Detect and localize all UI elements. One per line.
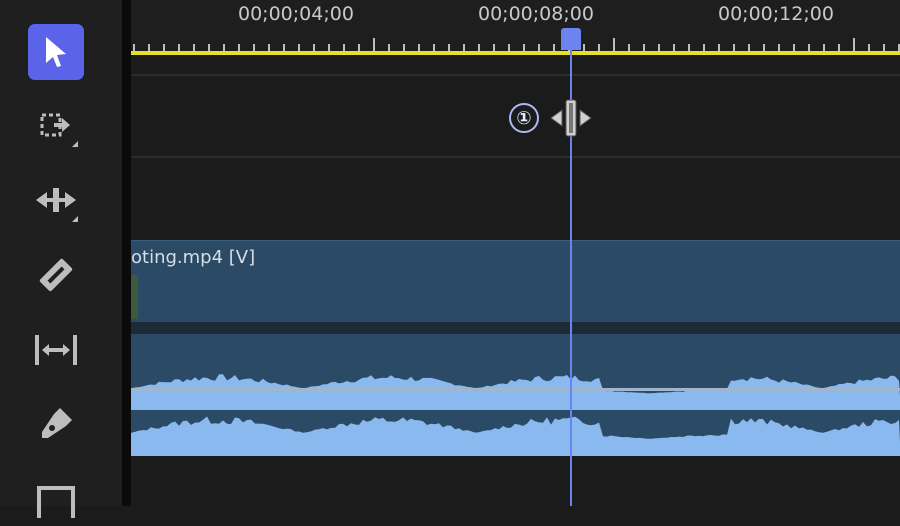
audio-waveform [131,374,900,456]
pen-nib-icon [42,408,72,438]
work-area-bar[interactable] [131,51,900,55]
ripple-edit-tool-button[interactable] [28,172,84,228]
track-divider [131,156,900,158]
tools-panel [0,0,122,518]
timecode-label: 00;00;04;00 [238,3,354,25]
track-gap [131,322,900,334]
slip-tool-button[interactable] [28,322,84,378]
step-badge: ① [509,103,539,133]
timecode-label: 00;00;12;00 [718,3,834,25]
time-ruler[interactable]: 00;00;04;00 00;00;08;00 00;00;12;00 [131,0,900,56]
rectangle-tool-button[interactable] [28,470,84,526]
track-divider [131,74,900,76]
video-clip[interactable]: oting.mp4 [V] [131,240,900,323]
rectangle-icon [37,486,75,518]
ruler-ticks [133,38,900,52]
audio-clip[interactable] [131,334,900,456]
clip-thumbnail [131,275,138,319]
razor-blade-icon [39,258,73,292]
razor-tool-button[interactable] [28,247,84,303]
submenu-indicator-icon [72,216,78,222]
slip-icon [35,335,77,365]
submenu-indicator-icon [72,141,78,147]
timecode-label: 00;00;08;00 [478,3,594,25]
selection-arrow-icon [46,37,66,67]
track-select-forward-icon [40,113,70,137]
clip-name-label: oting.mp4 [V] [131,247,256,268]
ripple-trim-cursor-icon [550,99,592,137]
selection-tool-button[interactable] [28,24,84,80]
audio-channel-divider [131,388,900,391]
pen-tool-button[interactable] [28,396,84,452]
ripple-edit-icon [36,188,76,212]
track-select-forward-tool-button[interactable] [28,97,84,153]
panel-divider[interactable] [122,0,131,506]
timeline-panel[interactable]: 00;00;04;00 00;00;08;00 00;00;12;00 otin… [131,0,900,506]
